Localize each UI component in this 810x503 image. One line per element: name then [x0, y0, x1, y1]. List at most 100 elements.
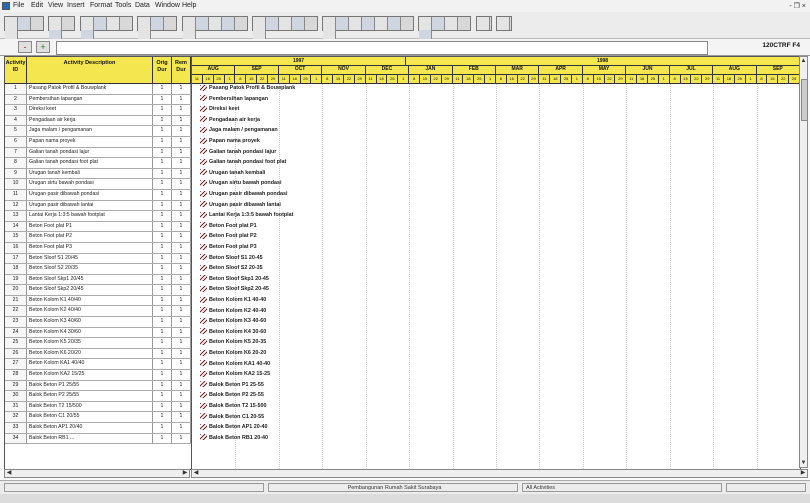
- rem-dur-cell[interactable]: 1: [172, 295, 191, 306]
- activity-bar-marker-icon[interactable]: [200, 201, 207, 208]
- activity-description-cell[interactable]: Beton Kolom KA1 40/40: [27, 359, 153, 370]
- table-row[interactable]: 23 Beton Kolom K3 40/60 1 1: [5, 317, 191, 328]
- activity-id-cell[interactable]: 24: [5, 327, 27, 338]
- rem-dur-cell[interactable]: 1: [172, 391, 191, 401]
- file-buttons-group[interactable]: [4, 16, 44, 43]
- activity-description-cell[interactable]: Beton Foot plat P1: [27, 221, 153, 232]
- activity-description-cell[interactable]: Beton Sloof Skp2 20/45: [27, 285, 153, 295]
- rem-dur-cell[interactable]: 1: [172, 380, 191, 391]
- activity-id-cell[interactable]: 13: [5, 211, 27, 221]
- activity-bar[interactable]: Beton Kolom K5 20-35: [200, 338, 266, 348]
- schedule-icon[interactable]: [183, 17, 196, 30]
- activity-description-cell[interactable]: Beton Kolom K1 40/40: [27, 295, 153, 306]
- orig-dur-cell[interactable]: 1: [153, 136, 172, 147]
- menu-window[interactable]: Window: [155, 0, 180, 12]
- orig-dur-cell[interactable]: 1: [153, 211, 172, 221]
- activity-bar[interactable]: Beton Kolom K4 30-60: [200, 328, 266, 338]
- activity-id-cell[interactable]: 25: [5, 338, 27, 348]
- activity-bar-marker-icon[interactable]: [200, 296, 207, 303]
- rem-dur-cell[interactable]: 1: [172, 338, 191, 348]
- activity-bar[interactable]: Beton Foot plat P3: [200, 243, 257, 253]
- table-row[interactable]: 12 Urugan pasir dibawah lantai 1 1: [5, 200, 191, 212]
- table-row[interactable]: 4 Pengadaan air kerja 1 1: [5, 115, 191, 127]
- menu-file[interactable]: File: [13, 0, 24, 12]
- columns-icon[interactable]: [266, 17, 279, 30]
- copy-icon[interactable]: [94, 17, 107, 30]
- activity-id-cell[interactable]: 17: [5, 253, 27, 264]
- orig-dur-cell[interactable]: 1: [153, 115, 172, 126]
- rem-dur-cell[interactable]: 1: [172, 158, 191, 168]
- rem-dur-cell[interactable]: 1: [172, 348, 191, 359]
- activity-bar[interactable]: Beton Kolom KA2 15-25: [200, 370, 270, 380]
- activity-bar[interactable]: Direksi keet: [200, 105, 239, 115]
- activity-id-cell[interactable]: 8: [5, 158, 27, 168]
- activity-id-cell[interactable]: 11: [5, 189, 27, 200]
- activity-id-cell[interactable]: 34: [5, 433, 27, 444]
- activity-bar-marker-icon[interactable]: [200, 328, 207, 335]
- activity-bar[interactable]: Beton Sloof Skp1 20-45: [200, 275, 269, 285]
- arrange-icon[interactable]: [445, 17, 458, 30]
- orig-dur-cell[interactable]: 1: [153, 338, 172, 348]
- rem-dur-cell[interactable]: 1: [172, 200, 191, 211]
- rem-dur-cell[interactable]: 1: [172, 423, 191, 433]
- rem-dur-cell[interactable]: 1: [172, 94, 191, 105]
- table-scroll-left-icon[interactable]: ◀: [5, 470, 13, 477]
- activity-id-cell[interactable]: 30: [5, 391, 27, 401]
- orig-dur-cell[interactable]: 1: [153, 327, 172, 338]
- scroll-down-icon[interactable]: ▼: [800, 459, 807, 467]
- cut-icon[interactable]: [81, 17, 94, 30]
- table-row[interactable]: 28 Beton Kolom KA2 15/25 1 1: [5, 370, 191, 381]
- activity-description-cell[interactable]: Urugan pasir dibawah lantai: [27, 200, 153, 211]
- log-icon[interactable]: [362, 17, 375, 30]
- table-row[interactable]: 15 Beton Foot plat P2 1 1: [5, 232, 191, 243]
- tool-icon[interactable]: [477, 17, 490, 30]
- window-buttons-group[interactable]: [418, 16, 471, 43]
- activity-bar-marker-icon[interactable]: [200, 317, 207, 324]
- activity-description-cell[interactable]: Balok Beton P1 25/55: [27, 380, 153, 391]
- table-row[interactable]: 3 Direksi keet 1 1: [5, 105, 191, 116]
- table-row[interactable]: 33 Balok Beton AP1 20/40 1 1: [5, 423, 191, 434]
- rem-dur-cell[interactable]: 1: [172, 433, 191, 444]
- activity-bar-marker-icon[interactable]: [200, 370, 207, 377]
- rem-dur-cell[interactable]: 1: [172, 264, 191, 274]
- pert-icon[interactable]: [209, 17, 222, 30]
- activity-id-cell[interactable]: 16: [5, 242, 27, 253]
- menu-insert[interactable]: Insert: [67, 0, 85, 12]
- table-row[interactable]: 34 Balok Beton RB1 ... 1 1: [5, 433, 191, 445]
- activity-bar[interactable]: Beton Kolom K3 40-60: [200, 317, 266, 327]
- orig-dur-cell[interactable]: 1: [153, 317, 172, 327]
- menu-data[interactable]: Data: [135, 0, 150, 12]
- activity-id-cell[interactable]: 1: [5, 84, 27, 94]
- activity-description-cell[interactable]: Beton Kolom K4 30/60: [27, 327, 153, 338]
- table-row[interactable]: 16 Beton Foot plat P3 1 1: [5, 242, 191, 254]
- cell-edit-field[interactable]: [56, 41, 708, 55]
- table-row[interactable]: 10 Urugan sirtu bawah pondasi 1 1: [5, 179, 191, 190]
- activity-bar-marker-icon[interactable]: [200, 190, 207, 197]
- activity-bar-marker-icon[interactable]: [200, 179, 207, 186]
- cancel-edit-button[interactable]: -: [18, 41, 32, 53]
- activity-id-cell[interactable]: 9: [5, 168, 27, 179]
- activity-bar[interactable]: Beton Kolom KA1 40-40: [200, 360, 270, 370]
- activity-bar-marker-icon[interactable]: [200, 338, 207, 345]
- activity-bar[interactable]: Beton Sloof Skp2 20-45: [200, 285, 269, 295]
- scroll-up-icon[interactable]: ▲: [800, 57, 807, 65]
- orig-dur-cell[interactable]: 1: [153, 232, 172, 242]
- table-scroll-right-icon[interactable]: ▶: [181, 470, 189, 477]
- orig-dur-cell[interactable]: 1: [153, 168, 172, 179]
- cascade-icon[interactable]: [432, 17, 445, 30]
- rem-dur-cell[interactable]: 1: [172, 306, 191, 317]
- orig-dur-cell[interactable]: 1: [153, 306, 172, 317]
- activity-bar-marker-icon[interactable]: [200, 381, 207, 388]
- activity-description-cell[interactable]: Galian tanah pondasi foot plat: [27, 158, 153, 168]
- activity-bar[interactable]: Pembersihan lapangan: [200, 95, 268, 105]
- activity-bar-marker-icon[interactable]: [200, 126, 207, 133]
- rem-dur-cell[interactable]: 1: [172, 253, 191, 264]
- activity-bar[interactable]: Lantai Kerja 1:3:5 bawah footplat: [200, 211, 293, 221]
- activity-id-cell[interactable]: 2: [5, 94, 27, 105]
- menu-help[interactable]: Help: [182, 0, 196, 12]
- activity-description-cell[interactable]: Beton Sloof S1 20/45: [27, 253, 153, 264]
- activity-bar-marker-icon[interactable]: [200, 360, 207, 367]
- activity-bar[interactable]: Balok Beton P2 25-55: [200, 391, 264, 401]
- orig-dur-cell[interactable]: 1: [153, 105, 172, 115]
- activity-bar[interactable]: Papan nama proyek: [200, 137, 260, 147]
